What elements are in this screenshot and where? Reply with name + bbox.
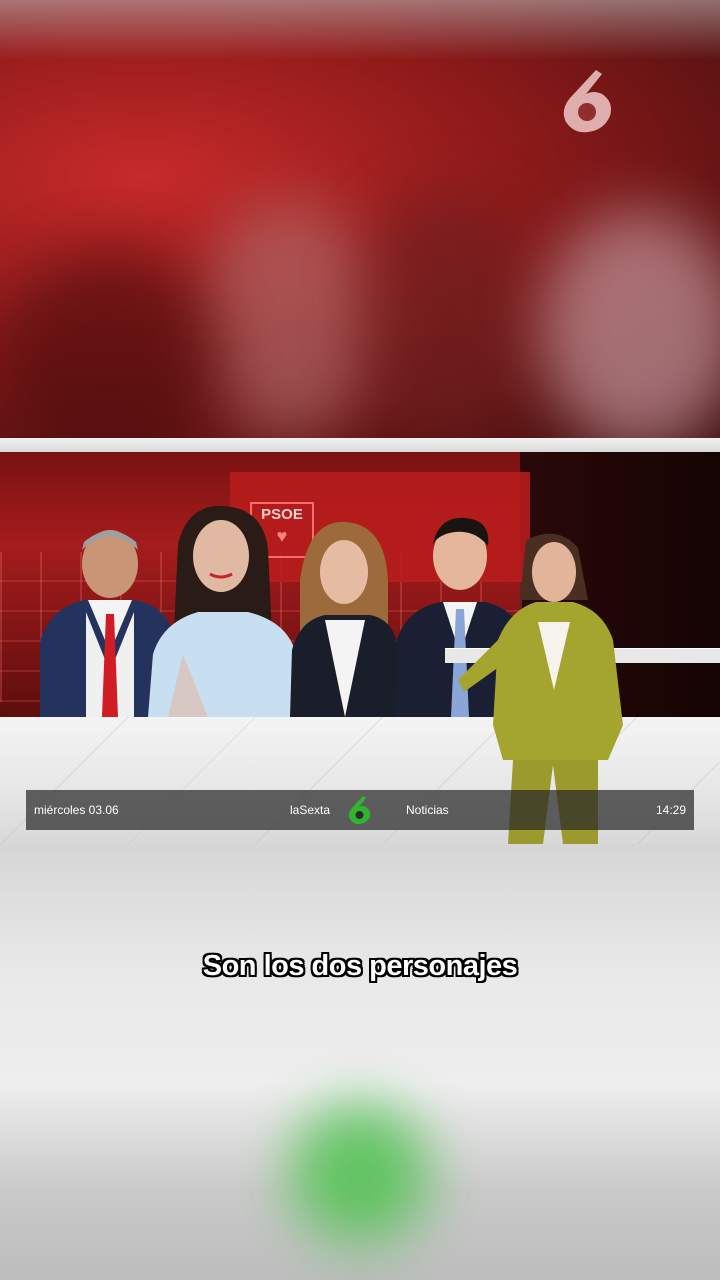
person-figure-2: [148, 505, 298, 717]
blurred-green-glow: [290, 1104, 430, 1244]
lasexta-6-logo-icon: [563, 70, 611, 133]
caption-subtitle: Son los dos personajes: [202, 950, 518, 982]
person-figure-3: [290, 521, 400, 717]
ticker-date: miércoles 03.06: [34, 803, 119, 817]
ticker-brand: laSexta: [290, 803, 331, 817]
blurred-background-bottom: [0, 844, 720, 1280]
lasexta-green-6-icon: [348, 796, 371, 825]
ticker-time: 14:29: [655, 803, 686, 817]
news-ticker-bar: miércoles 03.06 laSexta Noticias 14:29: [26, 790, 694, 830]
ticker-section: Noticias: [406, 803, 449, 817]
broadcast-frame: PSOE ♥ miércoles 03.06 laSexta Noticias …: [0, 438, 720, 844]
studio-ceiling: [0, 438, 720, 452]
blurred-background-top: [0, 0, 720, 440]
